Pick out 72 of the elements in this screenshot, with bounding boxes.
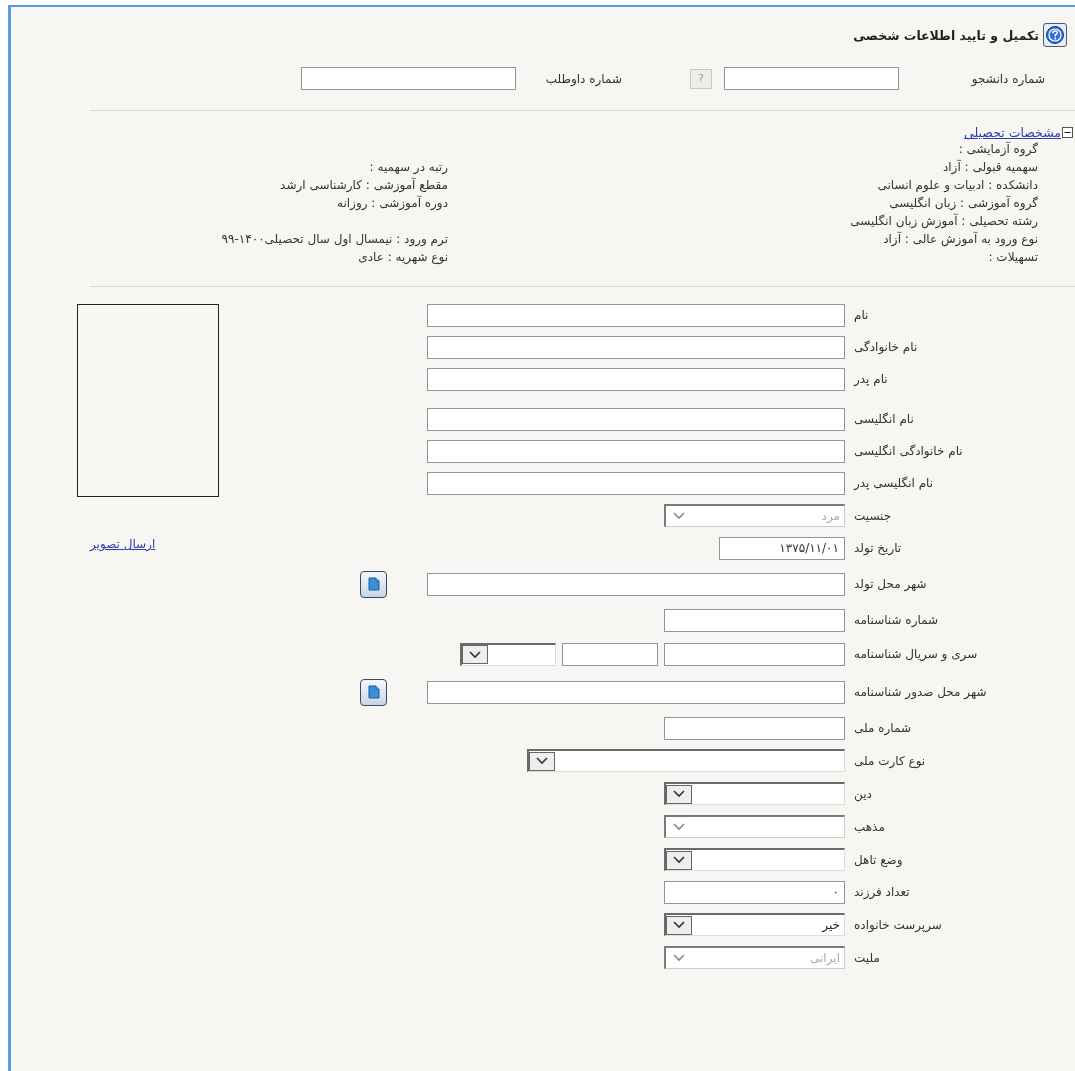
- info-text: رتبه در سهمیه :: [369, 159, 448, 176]
- select-field[interactable]: [664, 848, 845, 871]
- collapse-icon[interactable]: [1062, 127, 1073, 138]
- field-label: شماره داوطلب: [544, 71, 622, 86]
- upload-photo-link[interactable]: ارسال تصویر: [90, 537, 156, 551]
- info-text: گروه آزمایشی :: [958, 140, 1038, 158]
- field-label: سرپرست خانواده: [854, 917, 942, 932]
- info-text: تسهیلات :: [988, 249, 1038, 266]
- input-field[interactable]: [427, 439, 845, 463]
- field-label: جنسیت: [854, 508, 892, 523]
- lookup-button[interactable]: [360, 678, 387, 706]
- select-field[interactable]: خیر: [664, 913, 845, 936]
- field-label: شماره ملی: [854, 721, 911, 735]
- date-field[interactable]: ۱۳۷۵/۱۱/۰۱: [719, 536, 845, 560]
- chevron-down-icon: [536, 757, 548, 765]
- input-field[interactable]: [427, 572, 845, 596]
- input-field[interactable]: [562, 642, 658, 666]
- info-text: سهمیه قبولی : آزاد: [942, 158, 1038, 176]
- input-field[interactable]: [664, 716, 845, 740]
- chevron-down-icon: [673, 954, 685, 962]
- field-label: شهر محل صدور شناسنامه: [854, 685, 987, 699]
- info-text: گروه آموزشی : زبان انگلیسی: [889, 194, 1038, 212]
- field-label: نام پدر: [854, 372, 888, 386]
- field-label: سری و سریال شناسنامه: [854, 647, 978, 661]
- info-text: ترم ورود : نیمسال اول سال تحصیلی۱۴۰۰-۹۹: [221, 231, 448, 248]
- document-icon: [365, 576, 382, 592]
- field-label: دین: [854, 786, 872, 801]
- field-label: تاریخ تولد: [854, 541, 902, 555]
- help-icon[interactable]: [1043, 23, 1067, 47]
- info-text: مقطع آموزشی : کارشناسی ارشد: [280, 176, 448, 194]
- field-label: شماره دانشجو: [970, 71, 1045, 86]
- select-field[interactable]: [460, 642, 556, 666]
- field-label: نام انگلیسی پدر: [854, 476, 934, 490]
- section-link[interactable]: مشخصات تحصیلی: [963, 125, 1061, 140]
- chevron-down-icon: [673, 921, 685, 929]
- input-field[interactable]: [724, 67, 899, 90]
- field-label: تعداد فرزند: [854, 885, 910, 899]
- field-label: وضع تاهل: [854, 852, 903, 867]
- input-field[interactable]: [664, 608, 845, 632]
- chevron-down-icon: [469, 650, 481, 659]
- select-field[interactable]: [664, 782, 845, 805]
- field-label: مذهب: [854, 819, 885, 834]
- info-text: نوع ورود به آموزش عالی : آزاد: [883, 230, 1038, 248]
- field-label: نام انگلیسی: [854, 412, 914, 426]
- field-label: شهر محل تولد: [854, 577, 927, 591]
- field-label: نام: [854, 308, 869, 322]
- input-field[interactable]: [427, 335, 845, 359]
- info-text: نوع شهریه : عادی: [358, 249, 448, 266]
- input-field[interactable]: [427, 471, 845, 495]
- info-text: دوره آموزشی : روزانه: [337, 194, 448, 212]
- field-label: نام خانوادگی: [854, 340, 918, 354]
- info-text: رشته تحصیلی : آموزش زبان انگلیسی: [850, 212, 1038, 230]
- chevron-down-icon: [673, 856, 685, 864]
- field-label: نوع کارت ملی: [854, 753, 926, 768]
- chevron-down-icon: [673, 512, 685, 520]
- field-label: ملیت: [854, 950, 880, 965]
- info-text: دانشکده : ادبیات و علوم انسانی: [877, 177, 1038, 194]
- input-field[interactable]: [301, 67, 516, 90]
- chevron-down-icon: [673, 823, 685, 831]
- select-field[interactable]: [527, 749, 845, 772]
- input-field[interactable]: [427, 303, 845, 327]
- document-icon: [365, 684, 382, 700]
- input-field[interactable]: [427, 407, 845, 431]
- field-label: شماره شناسنامه: [854, 613, 939, 627]
- input-field[interactable]: [427, 367, 845, 391]
- input-field[interactable]: [427, 680, 845, 704]
- input-field[interactable]: [664, 642, 845, 666]
- lookup-button[interactable]: [360, 570, 387, 598]
- page-title: تکمیل و تایید اطلاعات شخصی: [853, 27, 1039, 43]
- input-field[interactable]: ۰: [664, 880, 845, 904]
- field-label: نام خانوادگی انگلیسی: [854, 444, 963, 458]
- chevron-down-icon: [673, 790, 685, 798]
